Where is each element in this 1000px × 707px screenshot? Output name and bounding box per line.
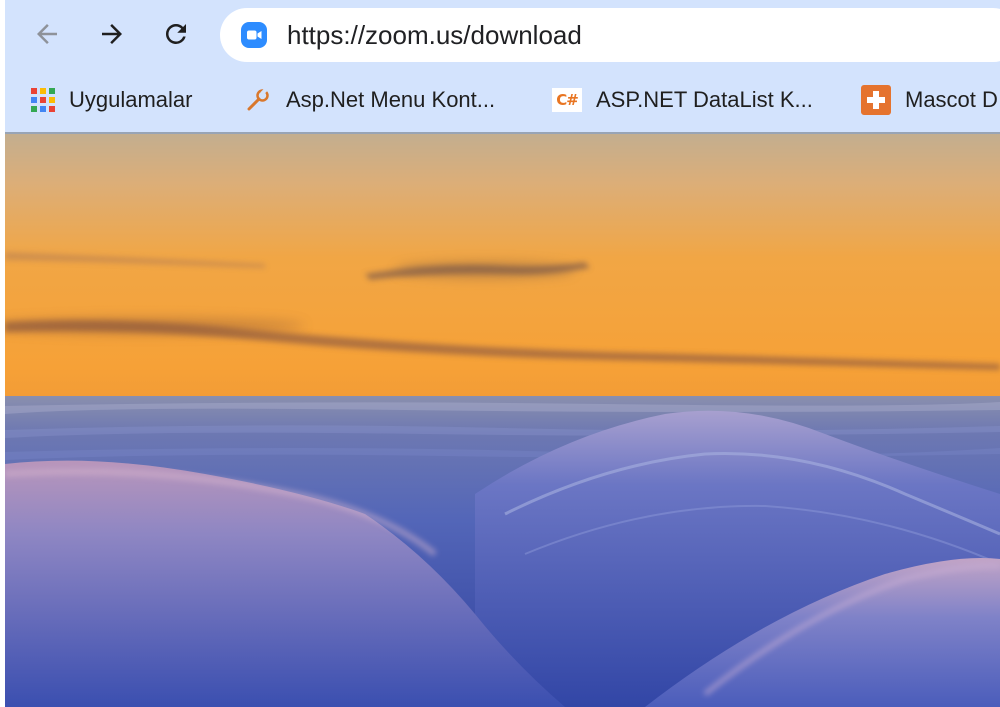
bookmark-label: ASP.NET DataList K...	[596, 87, 813, 112]
bookmarks-bar: Uygulamalar Asp.Net Menu Kont... C# ASP.…	[5, 70, 1000, 132]
wrench-icon	[247, 88, 269, 111]
back-button[interactable]	[27, 14, 67, 54]
csharp-icon: C#	[552, 88, 582, 112]
reload-button[interactable]	[156, 14, 196, 54]
bookmark-asp-net-menu[interactable]: Asp.Net Menu Kont...	[244, 80, 495, 120]
bookmark-label: Uygulamalar	[69, 87, 193, 112]
reload-icon	[165, 23, 186, 44]
plus-cross-icon	[861, 85, 891, 115]
url-text[interactable]: https://zoom.us/download	[287, 20, 582, 50]
bookmark-apps[interactable]: Uygulamalar	[31, 80, 193, 120]
browser-frame: https://zoom.us/download Uygulamalar Asp…	[5, 0, 1000, 707]
bookmark-mascot[interactable]: Mascot D	[861, 80, 998, 120]
address-bar[interactable]: https://zoom.us/download	[220, 8, 1000, 62]
zoom-favicon-icon	[241, 22, 267, 48]
browser-toolbar: https://zoom.us/download	[5, 0, 1000, 70]
browser-window: https://zoom.us/download Uygulamalar Asp…	[0, 0, 1000, 707]
hero-background-image	[5, 134, 1000, 707]
page-content	[5, 134, 1000, 707]
bookmark-label: Asp.Net Menu Kont...	[286, 87, 496, 112]
forward-button[interactable]	[92, 14, 132, 54]
bookmark-asp-net-datalist[interactable]: C# ASP.NET DataList K...	[552, 80, 813, 120]
bookmark-label: Mascot D	[905, 87, 998, 112]
arrow-right-icon	[102, 24, 122, 44]
apps-grid-icon	[31, 88, 55, 112]
arrow-left-icon	[37, 24, 57, 44]
